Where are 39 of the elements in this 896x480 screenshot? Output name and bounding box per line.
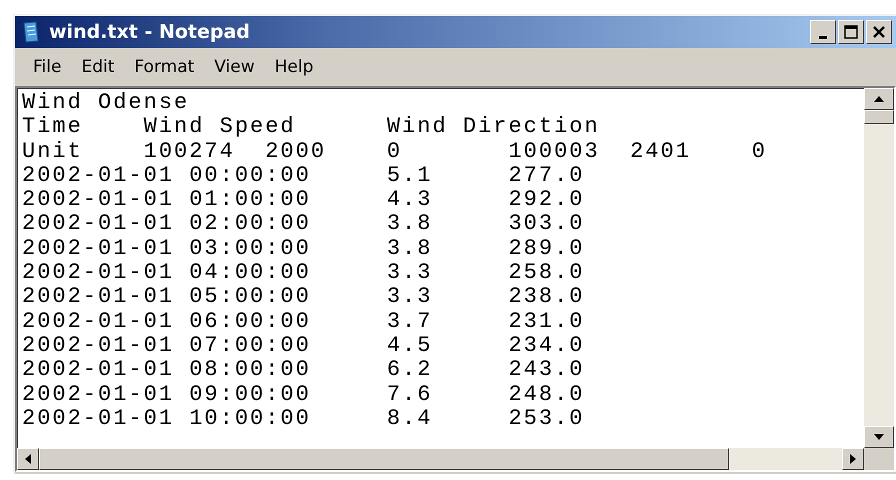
left-arrow-icon — [24, 454, 32, 464]
scroll-thumb[interactable] — [864, 110, 894, 124]
menu-item[interactable]: Help — [266, 55, 322, 79]
menu-item[interactable]: View — [206, 55, 263, 79]
scroll-left-button[interactable] — [17, 448, 39, 470]
window-title: wind.txt - Notepad — [49, 21, 251, 43]
menu-item[interactable]: Edit — [73, 55, 122, 79]
scroll-right-button[interactable] — [842, 448, 864, 470]
text-line: 2002-01-01 09:00:00 7.6 248.0 — [22, 382, 586, 407]
text-line: 2002-01-01 05:00:00 3.3 238.0 — [22, 285, 586, 310]
up-arrow-icon — [874, 95, 884, 103]
horizontal-scrollbar[interactable] — [17, 448, 864, 470]
scroll-thumb[interactable] — [39, 448, 729, 470]
minimize-button[interactable] — [810, 20, 836, 44]
text-line: 2002-01-01 06:00:00 3.7 231.0 — [22, 310, 586, 334]
maximize-button[interactable] — [838, 20, 864, 44]
scroll-down-button[interactable] — [864, 426, 894, 448]
minimize-icon — [819, 36, 827, 38]
menu-item[interactable]: File — [25, 55, 70, 79]
text-line: 2002-01-01 04:00:00 3.3 258.0 — [22, 261, 586, 286]
text-line: Time Wind Speed Wind Direction — [22, 115, 601, 140]
text-line: 2002-01-01 03:00:00 3.8 289.0 — [22, 236, 586, 262]
close-button[interactable] — [866, 20, 892, 44]
close-icon — [872, 25, 886, 39]
text-line: 2002-01-01 07:00:00 4.5 234.0 — [22, 334, 586, 358]
vertical-scrollbar[interactable] — [864, 88, 894, 448]
text-line: Wind Odense — [22, 91, 190, 116]
text-line: 2002-01-01 00:00:00 5.1 277.0 — [22, 164, 586, 188]
text-line: 2002-01-01 01:00:00 4.3 292.0 — [22, 188, 586, 212]
text-line: 2002-01-01 02:00:00 3.8 303.0 — [22, 212, 586, 237]
menu-item[interactable]: Format — [126, 55, 202, 79]
text-line: 2002-01-01 10:00:00 8.4 253.0 — [22, 406, 586, 432]
right-arrow-icon — [849, 454, 857, 464]
down-arrow-icon — [874, 433, 884, 441]
scroll-up-button[interactable] — [864, 88, 894, 110]
text-line: 2002-01-01 08:00:00 6.2 243.0 — [22, 358, 586, 383]
notepad-icon — [21, 21, 41, 43]
maximize-icon — [844, 25, 858, 39]
text-line: Unit 100274 2000 0 100003 2401 0 — [22, 140, 768, 164]
